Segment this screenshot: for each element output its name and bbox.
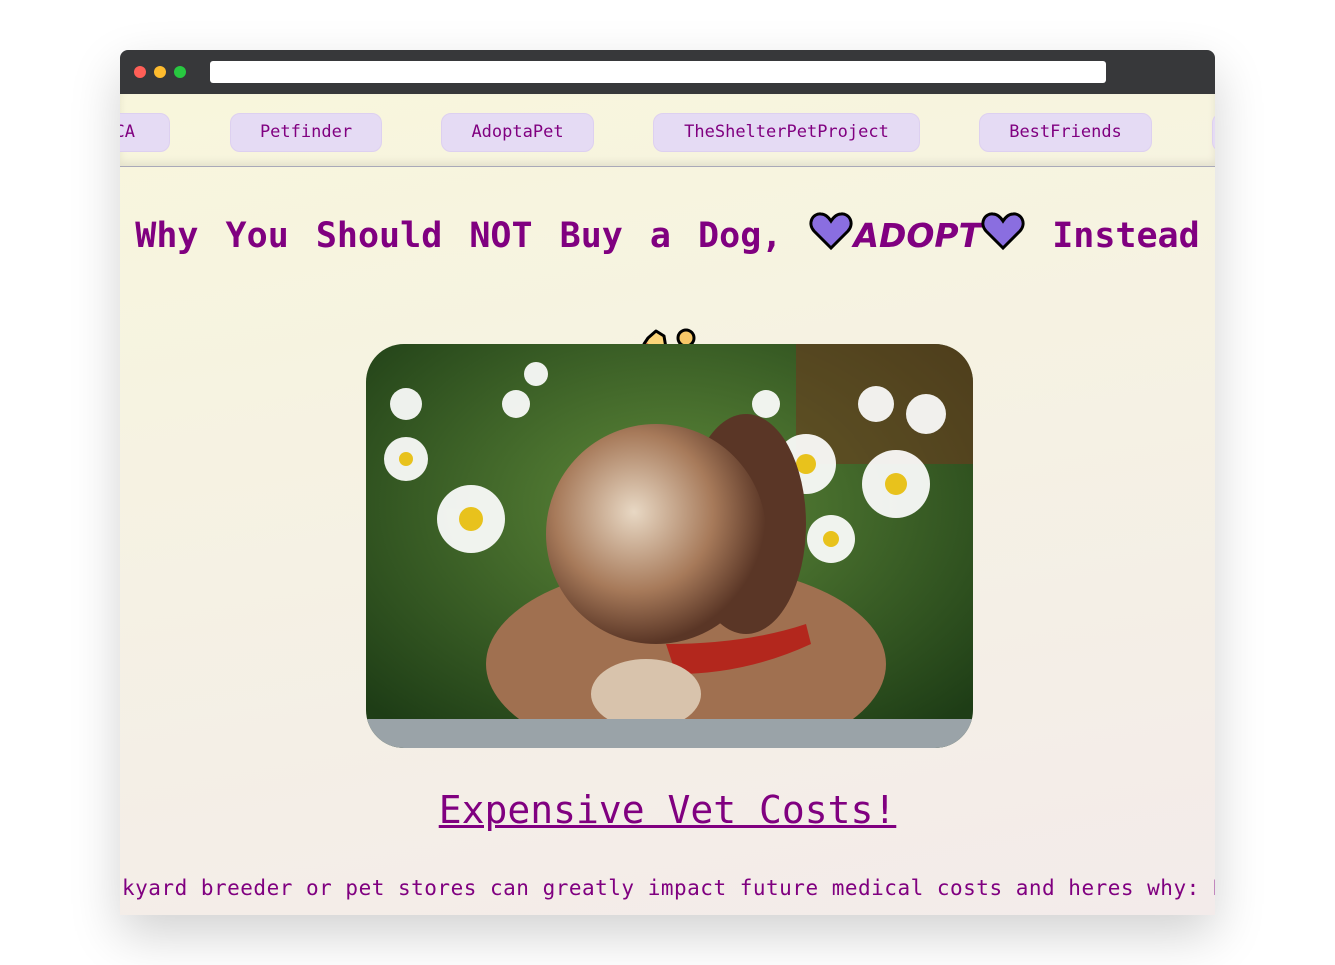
- nav-link-aspca[interactable]: CA: [120, 113, 170, 152]
- purple-heart-icon: [809, 212, 853, 251]
- title-text-end: Instead: [1052, 216, 1200, 256]
- nav-link-sheltpetproject[interactable]: TheShelterPetProject: [653, 113, 920, 152]
- browser-window: CA Petfinder AdoptaPet TheShelterPetProj…: [120, 50, 1215, 915]
- title-emphasis: ADOPT: [853, 216, 982, 255]
- close-window-button[interactable]: [134, 66, 146, 78]
- puppy-in-daisies-photo: [366, 344, 973, 748]
- maximize-window-button[interactable]: [174, 66, 186, 78]
- address-bar[interactable]: [210, 61, 1106, 83]
- nav-link-adoptapet[interactable]: AdoptaPet: [441, 113, 594, 152]
- nav-bar: CA Petfinder AdoptaPet TheShelterPetProj…: [120, 94, 1215, 167]
- nav-link-more[interactable]: [1212, 113, 1215, 152]
- title-text: Why You Should NOT Buy a Dog,: [135, 216, 783, 256]
- nav-link-bestfriends[interactable]: BestFriends: [979, 113, 1152, 152]
- page-title: Why You Should NOT Buy a Dog, ADOPT Inst…: [120, 210, 1215, 262]
- nav-link-petfinder[interactable]: Petfinder: [230, 113, 382, 152]
- page-content: CA Petfinder AdoptaPet TheShelterPetProj…: [120, 94, 1215, 915]
- scrolling-paragraph: kyard breeder or pet stores can greatly …: [122, 876, 1215, 900]
- browser-titlebar: [120, 50, 1215, 94]
- expensive-vet-costs-link[interactable]: Expensive Vet Costs!: [120, 788, 1215, 832]
- purple-heart-icon: [981, 212, 1025, 251]
- minimize-window-button[interactable]: [154, 66, 166, 78]
